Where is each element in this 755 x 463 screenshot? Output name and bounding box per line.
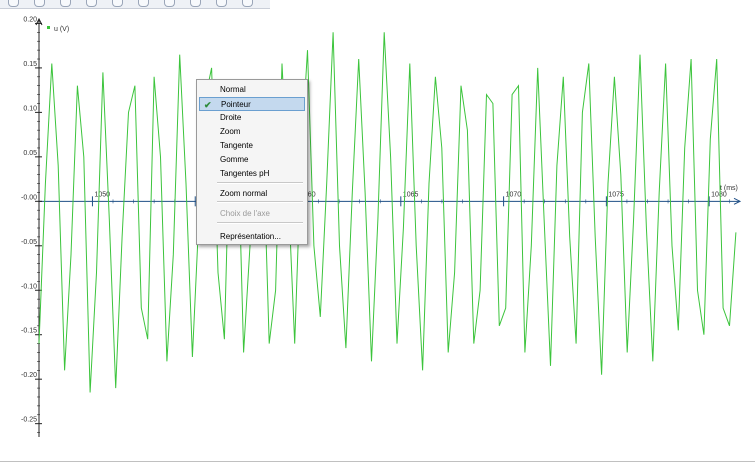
y-tick-label: -0.05 [21,239,37,246]
menu-item-droite[interactable]: Droite [199,111,305,125]
menu-separator [217,222,303,224]
y-tick-label: 0.10 [23,105,37,112]
menu-item-label: Normal [220,85,246,94]
menu-item-label: Représentation... [220,232,281,241]
y-tick-label: 0.05 [23,150,37,157]
menu-item-repr-sentation[interactable]: Représentation... [199,230,305,244]
menu-item-zoom[interactable]: Zoom [199,125,305,139]
menu-item-pointeur[interactable]: ✔ Pointeur [199,97,305,111]
menu-item-label: Pointeur [221,100,251,109]
y-tick-label: 0.15 [23,61,37,68]
y-axis-label: u (V) [54,26,69,33]
x-tick-label: 1080 [711,191,727,198]
menu-item-zoom-normal[interactable]: Zoom normal [199,187,305,201]
chart[interactable]: 0.20 0.15 0.10 0.05 -0.00 -0.05 -0.10 -0.15 -0.2… [0,0,755,463]
menu-item-choix-de-l-axe: Choix de l'axe [199,207,305,221]
menu-item-label: Zoom normal [220,189,268,198]
menu-item-label: Droite [220,113,242,122]
check-icon: ✔ [204,100,212,110]
menu-item-label: Gomme [220,155,249,164]
x-axis-label: t (ms) [720,185,738,192]
y-tick-label: -0.00 [21,194,37,201]
menu-item-label: Tangentes pH [220,169,270,178]
y-tick-label: -0.20 [21,372,37,379]
context-menu: Normal ✔ Pointeur Droite Zoom Tangente Gomme Ta… [196,79,308,245]
menu-item-tangentes-ph[interactable]: Tangentes pH [199,167,305,181]
menu-item-label: Choix de l'axe [220,209,270,218]
menu-item-gomme[interactable]: Gomme [199,153,305,167]
y-axis-label-marker [47,26,50,29]
menu-item-label: Zoom [220,127,241,136]
bottom-border [0,461,755,462]
y-tick-label: -0.10 [21,283,37,290]
series-line [38,32,737,393]
menu-separator [217,201,303,203]
y-tick-label: 0.20 [23,16,37,23]
menu-item-tangente[interactable]: Tangente [199,139,305,153]
x-tick-label: 1070 [506,191,522,198]
y-tick-label: -0.15 [21,328,37,335]
menu-item-normal[interactable]: Normal [199,83,305,97]
menu-item-label: Tangente [220,141,253,150]
menu-separator [217,182,303,184]
y-tick-label: -0.25 [21,417,37,424]
